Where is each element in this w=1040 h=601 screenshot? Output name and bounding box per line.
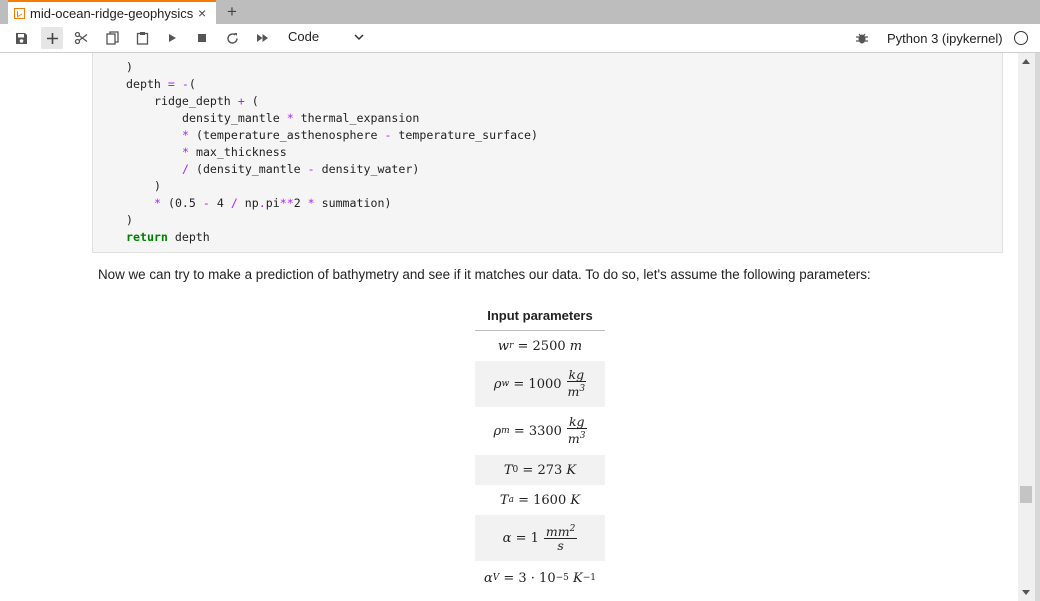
- scrollbar-thumb[interactable]: [1020, 486, 1032, 503]
- window-edge: [1035, 53, 1040, 601]
- clipboard-icon: [136, 32, 148, 45]
- param-value: = 2500: [513, 338, 570, 354]
- param-symbol: w: [497, 338, 510, 354]
- param-exponent: −5: [555, 573, 569, 583]
- code-line: ridge_depth + (: [154, 94, 259, 108]
- run-cell-button[interactable]: [161, 27, 183, 49]
- parameters-table: Input parameters wr = 2500 m ρw = 1000 k…: [475, 303, 605, 595]
- chevron-down-icon[interactable]: [352, 30, 366, 44]
- param-value: = 3300: [509, 423, 562, 439]
- fraction-numerator: kg: [566, 367, 587, 383]
- code-line: / (density_mantle - density_water): [182, 162, 420, 176]
- code-line: ): [163, 53, 170, 54]
- parameters-table-header: Input parameters: [475, 303, 605, 331]
- param-value: = 1000: [509, 376, 562, 392]
- paste-cell-button[interactable]: [131, 27, 153, 49]
- param-unit-exponent: −1: [582, 573, 597, 583]
- copy-cell-button[interactable]: [101, 27, 123, 49]
- code-cell[interactable]: ) ) depth = -( ridge_depth + ( density_m…: [92, 53, 1003, 253]
- param-value: = 273: [518, 462, 567, 478]
- param-row-alpha: α = 1 mm2 s: [475, 515, 605, 561]
- markdown-paragraph: Now we can try to make a prediction of b…: [98, 267, 871, 282]
- new-tab-button[interactable]: +: [222, 1, 242, 23]
- save-icon: [15, 32, 27, 44]
- bug-icon[interactable]: [855, 31, 869, 45]
- param-unit: K: [566, 462, 577, 478]
- param-value: = 1600: [513, 492, 571, 508]
- param-unit-fraction: kg m3: [566, 367, 587, 400]
- code-line: depth = -(: [126, 77, 196, 91]
- close-tab-icon[interactable]: ×: [198, 5, 206, 21]
- stop-icon: [198, 34, 206, 42]
- kernel-name[interactable]: Python 3 (ipykernel): [887, 31, 1003, 46]
- param-row-alpha-v: αV = 3 · 10 −5 K −1: [475, 561, 605, 595]
- code-line: * max_thickness: [182, 145, 287, 159]
- fraction-exponent: 3: [579, 384, 586, 395]
- param-symbol: T: [503, 462, 513, 478]
- fraction-numerator: mm: [545, 524, 570, 540]
- param-symbol: α: [483, 570, 493, 586]
- code-line: ): [126, 60, 133, 74]
- notebook-panel: ) ) depth = -( ridge_depth + ( density_m…: [0, 53, 1018, 601]
- param-unit: K: [568, 570, 583, 586]
- fraction-exponent: 2: [569, 523, 576, 534]
- param-symbol: ρ: [493, 423, 502, 439]
- cell-type-select[interactable]: Code: [288, 29, 319, 44]
- scroll-down-icon[interactable]: [1022, 590, 1030, 595]
- param-unit: K: [570, 492, 581, 508]
- param-symbol: α: [502, 530, 512, 546]
- param-row-ta: Ta = 1600 K: [475, 485, 605, 515]
- fraction-denominator: s: [557, 538, 564, 554]
- notebook-tab[interactable]: mid-ocean-ridge-geophysics ×: [8, 0, 216, 24]
- kernel-idle-icon: [1014, 31, 1028, 45]
- param-row-rho-w: ρw = 1000 kg m3: [475, 361, 605, 407]
- notebook-icon: [14, 7, 25, 19]
- param-symbol: ρ: [493, 376, 502, 392]
- run-all-button[interactable]: [251, 27, 273, 49]
- fraction-numerator: kg: [566, 414, 587, 430]
- code-line: ): [126, 213, 133, 227]
- param-value: = 3 · 10: [499, 570, 556, 586]
- restart-icon: [226, 32, 238, 44]
- param-unit-fraction: kg m3: [566, 414, 587, 447]
- tab-title: mid-ocean-ridge-geophysics: [30, 5, 194, 21]
- cut-cell-button[interactable]: [70, 27, 92, 49]
- param-value: = 1: [511, 530, 539, 546]
- notebook-toolbar: Code Python 3 (ipykernel): [0, 24, 1040, 53]
- code-line: return depth: [126, 230, 210, 244]
- param-subscript: w: [501, 379, 510, 389]
- save-button[interactable]: [10, 27, 32, 49]
- param-row-wr: wr = 2500 m: [475, 331, 605, 361]
- fast-forward-icon: [256, 34, 268, 42]
- code-line: density_mantle * thermal_expansion: [182, 111, 420, 125]
- fraction-denominator: m: [567, 384, 580, 400]
- param-symbol: T: [499, 492, 509, 508]
- tab-bar: mid-ocean-ridge-geophysics × +: [0, 0, 1040, 24]
- param-unit-fraction: mm2 s: [543, 523, 578, 554]
- restart-kernel-button[interactable]: [221, 27, 243, 49]
- fraction-denominator: m: [567, 431, 580, 447]
- vertical-scrollbar[interactable]: [1018, 53, 1035, 601]
- interrupt-kernel-button[interactable]: [191, 27, 213, 49]
- plus-icon: [46, 32, 58, 44]
- scroll-up-icon[interactable]: [1022, 59, 1030, 64]
- fraction-exponent: 3: [579, 431, 586, 442]
- code-line: ): [154, 179, 161, 193]
- copy-icon: [105, 31, 119, 45]
- param-row-rho-m: ρm = 3300 kg m3: [475, 407, 605, 455]
- code-line: * (temperature_asthenosphere - temperatu…: [182, 128, 539, 142]
- param-row-t0: T0 = 273 K: [475, 455, 605, 485]
- code-line: * (0.5 - 4 / np.pi**2 * summation): [154, 196, 392, 210]
- scissors-icon: [74, 31, 88, 45]
- play-icon: [169, 34, 176, 42]
- param-subscript: m: [501, 426, 510, 436]
- param-unit: m: [569, 338, 583, 354]
- insert-cell-button[interactable]: [41, 27, 63, 49]
